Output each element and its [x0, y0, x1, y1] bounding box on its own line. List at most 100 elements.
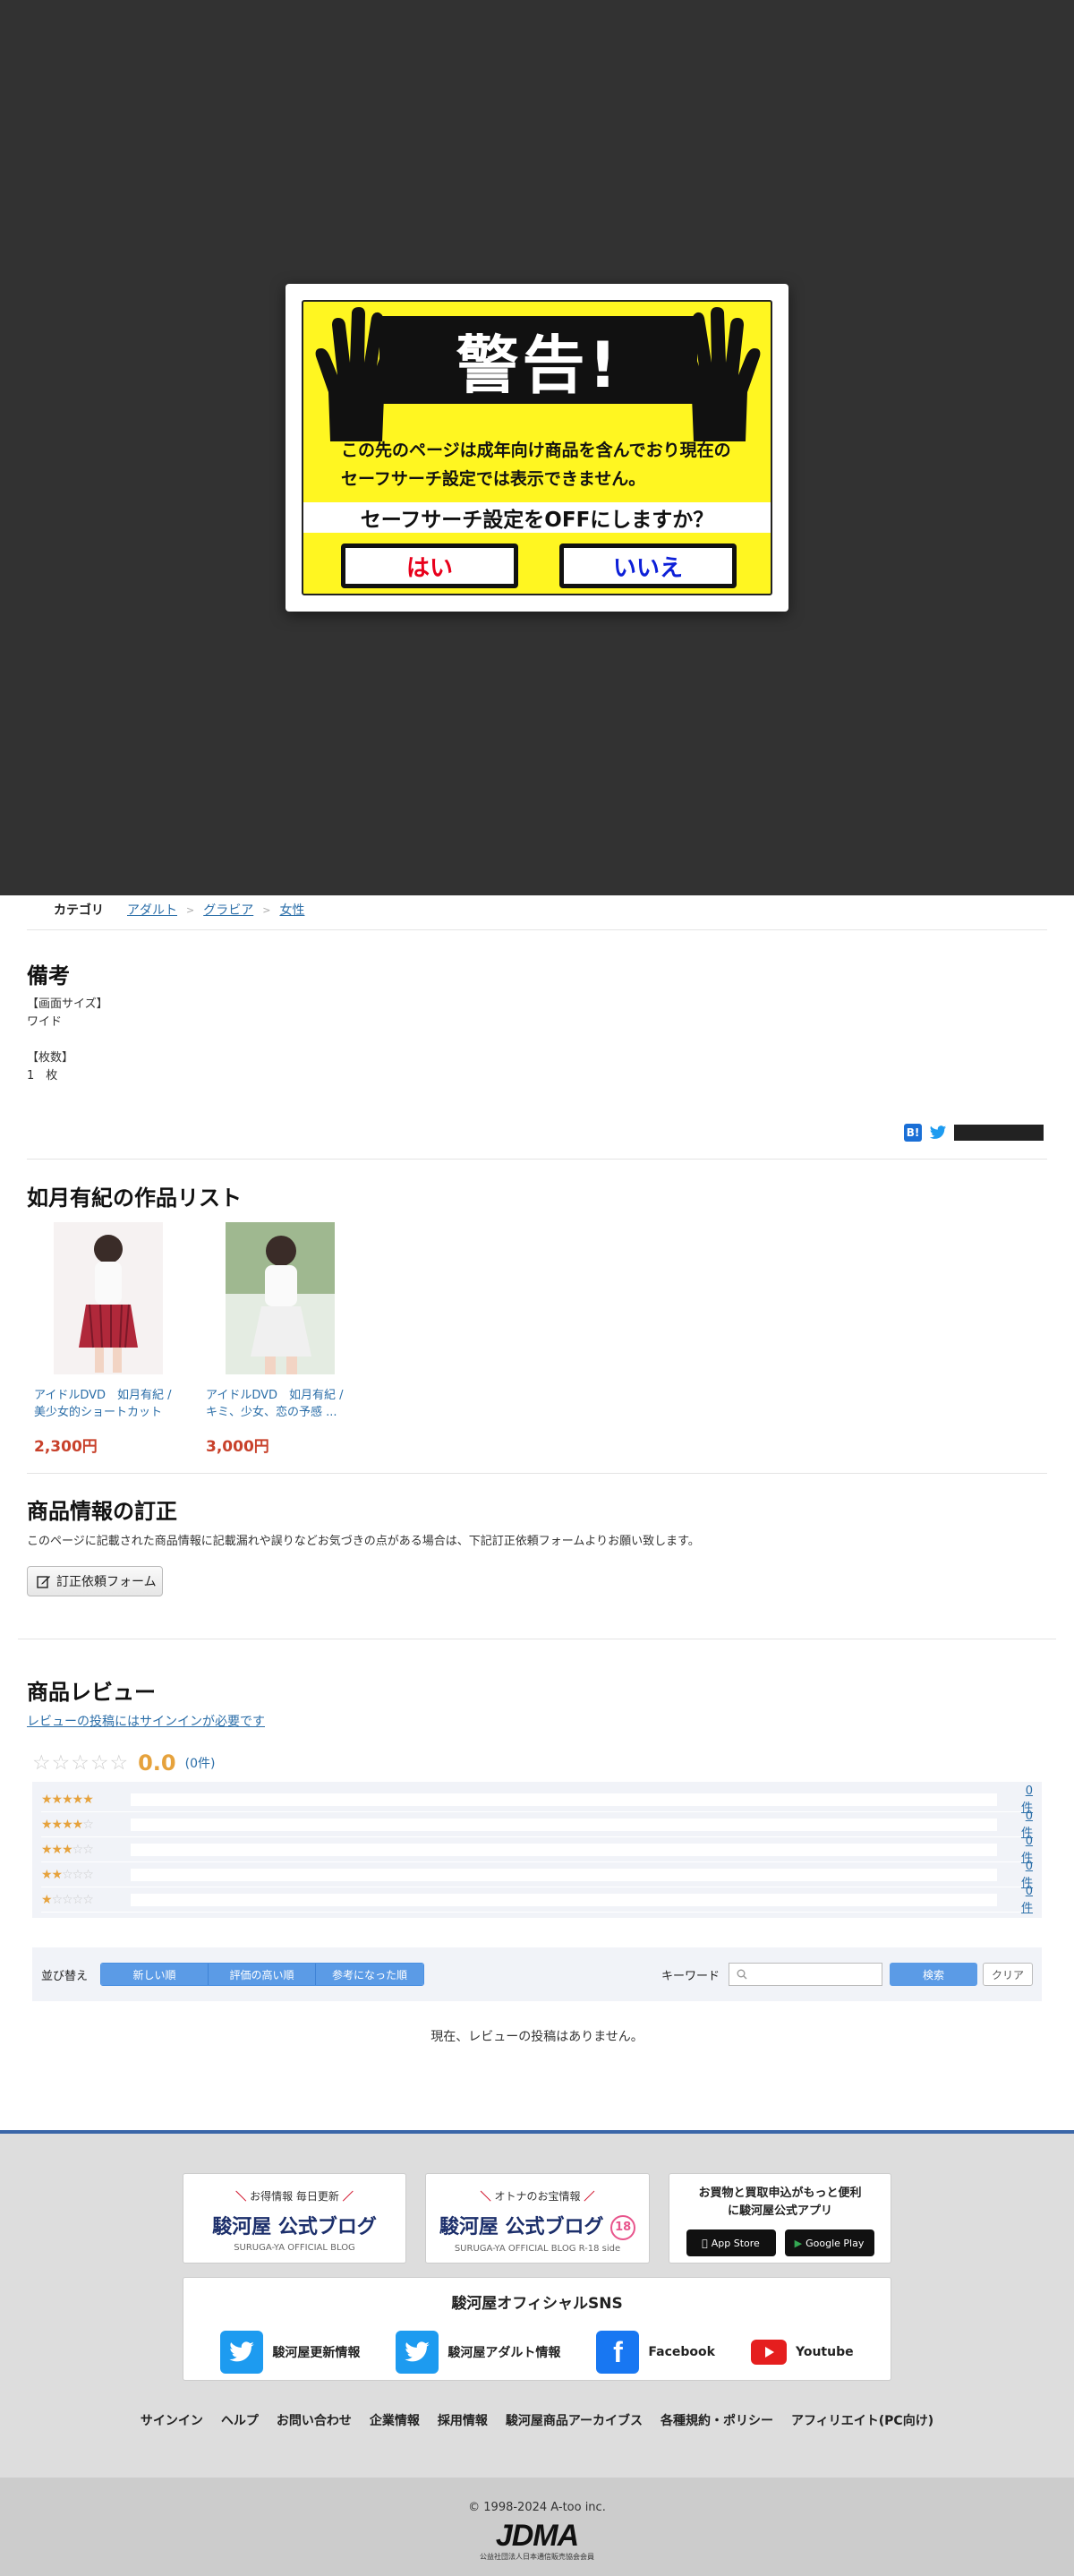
one-star-icon: ★☆☆☆☆ — [41, 1892, 94, 1907]
divider — [27, 929, 1047, 930]
two-star-icon: ★★☆☆☆ — [41, 1867, 94, 1882]
four-star-icon: ★★★★☆ — [41, 1817, 94, 1832]
rating-average: 0.0 — [138, 1750, 176, 1776]
sort-newest-button[interactable]: 新しい順 — [101, 1964, 209, 1985]
app-store-button[interactable]: App Store — [686, 2229, 776, 2256]
breadcrumb-separator: > — [262, 903, 271, 916]
rating-row-2: ★★☆☆☆ 0件 — [41, 1860, 1033, 1890]
divider — [27, 1159, 1047, 1160]
blog-subtitle: SURUGA-YA OFFICIAL BLOG R-18 side — [454, 2244, 621, 2254]
sns-label: 駿河屋更新情報 — [272, 2346, 361, 2360]
rating-bar — [131, 1843, 997, 1856]
no-button[interactable]: いいえ — [559, 543, 737, 588]
breadcrumb-separator: > — [186, 903, 195, 916]
hatena-bookmark-icon[interactable]: B! — [904, 1124, 922, 1142]
footer-link-careers[interactable]: 採用情報 — [438, 2411, 488, 2429]
safesearch-dialog: 警告! この先のページは成年向け商品を含んでおり現在の セーフサーチ設定では表示… — [286, 284, 788, 612]
rating-row-3: ★★★☆☆ 0件 — [41, 1835, 1033, 1865]
share-buttons: B! — [904, 1124, 1044, 1142]
share-bar[interactable] — [954, 1125, 1044, 1141]
work-thumbnail[interactable] — [226, 1222, 335, 1374]
rating-row-4: ★★★★☆ 0件 — [41, 1810, 1033, 1840]
work-price: 2,300円 — [34, 1438, 98, 1456]
reviews-heading: 商品レビュー — [27, 1680, 156, 1705]
app-store-label: App Store — [708, 2237, 760, 2249]
official-blog-banner[interactable]: ＼ お得情報 毎日更新 ／ 駿河屋 公式ブログ SURUGA-YA OFFICI… — [183, 2173, 406, 2264]
review-sort-bar: 並び替え 新しい順 評価の高い順 参考になった順 キーワード 検索 クリア — [32, 1947, 1042, 2001]
app-store-links: App Store ▶Google Play — [669, 2229, 891, 2256]
footer-link-contact[interactable]: お問い合わせ — [277, 2411, 352, 2429]
no-button-label: いいえ — [564, 548, 732, 584]
rating-row-1: ★☆☆☆☆ 0件 — [41, 1885, 1033, 1915]
correction-form-button[interactable]: 訂正依頼フォーム — [27, 1566, 163, 1596]
sns-title: 駿河屋オフィシャルSNS — [451, 2295, 623, 2313]
works-list: アイドルDVD 如月有紀 / 美少女的ショートカット 2,300円 アイドルDV… — [27, 1222, 347, 1456]
rating-bar — [131, 1868, 997, 1881]
sns-label: 駿河屋アダルト情報 — [448, 2346, 561, 2360]
jdma-logo: JDMA 公益社団法人日本通信販売協会会員 — [480, 2520, 594, 2562]
category-breadcrumb: カテゴリ アダルト > グラビア > 女性 — [54, 895, 304, 924]
work-item[interactable]: アイドルDVD 如月有紀 / キミ、少女、恋の予感 ... 3,000円 — [199, 1222, 347, 1456]
adult-blog-banner[interactable]: ＼ オトナのお宝情報 ／ 駿河屋 公式ブログ 18 SURUGA-YA OFFI… — [425, 2173, 650, 2264]
breadcrumb-female[interactable]: 女性 — [279, 901, 304, 919]
work-title[interactable]: アイドルDVD 如月有紀 / キミ、少女、恋の予感 ... — [199, 1387, 347, 1423]
sns-link-adult-info[interactable]: 駿河屋アダルト情報 — [396, 2331, 560, 2374]
divider — [27, 1473, 1047, 1474]
app-promo-text: お買物と買取申込がもっと便利 に駿河屋公式アプリ — [669, 2185, 891, 2221]
twitter-share-icon[interactable] — [929, 1124, 947, 1142]
warning-question: セーフサーチ設定をOFFにしますか？ — [303, 502, 771, 533]
sns-label: Facebook — [648, 2345, 715, 2359]
notes-spacer — [27, 1031, 108, 1049]
rating-distribution: ★★★★★ 0件 ★★★★☆ 0件 ★★★☆☆ 0件 ★★☆☆☆ 0件 ★☆☆☆… — [32, 1782, 1042, 1918]
blog-title: 駿河屋 公式ブログ 18 — [426, 2211, 649, 2240]
search-button[interactable]: 検索 — [890, 1963, 977, 1986]
breadcrumb-adult[interactable]: アダルト — [127, 901, 177, 919]
sns-link-update-info[interactable]: 駿河屋更新情報 — [220, 2331, 360, 2374]
rating-count-link[interactable]: 0件 — [1015, 1885, 1033, 1915]
footer-link-help[interactable]: ヘルプ — [221, 2411, 259, 2429]
apple-icon:  — [702, 2238, 708, 2249]
footer-nav: サインイン ヘルプ お問い合わせ 企業情報 採用情報 駿河屋商品アーカイブス 各… — [0, 2411, 1074, 2429]
notes-line: ワイド — [27, 1015, 63, 1029]
notes-line: 1 枚 — [27, 1069, 58, 1083]
notes-heading: 備考 — [27, 963, 70, 988]
footer-link-company[interactable]: 企業情報 — [370, 2411, 420, 2429]
warning-message-line1: この先のページは成年向け商品を含んでおり現在の — [341, 441, 731, 460]
youtube-icon — [750, 2340, 787, 2365]
sort-rating-button[interactable]: 評価の高い順 — [209, 1964, 316, 1985]
work-thumbnail[interactable] — [54, 1222, 163, 1374]
notes-line: 【画面サイズ】 — [27, 997, 108, 1011]
modal-overlay: 警告! この先のページは成年向け商品を含んでおり現在の セーフサーチ設定では表示… — [0, 0, 1074, 895]
sns-link-youtube[interactable]: Youtube — [750, 2331, 854, 2374]
sns-links: 駿河屋更新情報 駿河屋アダルト情報 f Facebook Youtube — [183, 2331, 891, 2374]
rating-row-5: ★★★★★ 0件 — [41, 1784, 1033, 1815]
warning-panel: 警告! この先のページは成年向け商品を含んでおり現在の セーフサーチ設定では表示… — [302, 300, 772, 595]
signin-to-review-link[interactable]: レビューの投稿にはサインインが必要です — [27, 1712, 265, 1730]
category-label: カテゴリ — [54, 903, 104, 918]
footer-link-policies[interactable]: 各種規約・ポリシー — [661, 2411, 773, 2429]
work-item[interactable]: アイドルDVD 如月有紀 / 美少女的ショートカット 2,300円 — [27, 1222, 175, 1456]
work-title[interactable]: アイドルDVD 如月有紀 / 美少女的ショートカット — [27, 1387, 175, 1423]
breadcrumb-gravure[interactable]: グラビア — [203, 901, 253, 919]
footer-link-archives[interactable]: 駿河屋商品アーカイブス — [506, 2411, 643, 2429]
yes-button-label: はい — [345, 548, 514, 584]
sns-link-facebook[interactable]: f Facebook — [596, 2331, 715, 2374]
clear-button[interactable]: クリア — [983, 1963, 1033, 1986]
correction-form-label: 訂正依頼フォーム — [56, 1575, 157, 1589]
footer-link-affiliate[interactable]: アフィリエイト(PC向け) — [791, 2411, 933, 2429]
twitter-icon — [220, 2331, 264, 2374]
blog-tagline-text: オトナのお宝情報 — [494, 2190, 581, 2203]
site-footer: ＼ お得情報 毎日更新 ／ 駿河屋 公式ブログ SURUGA-YA OFFICI… — [0, 2130, 1074, 2478]
yes-button[interactable]: はい — [341, 543, 518, 588]
google-play-label: Google Play — [806, 2237, 865, 2249]
play-icon: ▶ — [794, 2237, 803, 2249]
sort-helpful-button[interactable]: 参考になった順 — [316, 1964, 423, 1985]
app-promo-line: に駿河屋公式アプリ — [727, 2204, 832, 2218]
three-star-icon: ★★★☆☆ — [41, 1842, 94, 1857]
works-heading: 如月有紀の作品リスト — [27, 1185, 242, 1211]
keyword-input[interactable] — [729, 1963, 882, 1986]
footer-link-signin[interactable]: サインイン — [141, 2411, 203, 2429]
blog-tagline-text: お得情報 毎日更新 — [250, 2190, 339, 2203]
copyright-text: © 1998-2024 A-too inc. — [468, 2501, 606, 2514]
google-play-button[interactable]: ▶ Google Play — [784, 2229, 874, 2256]
